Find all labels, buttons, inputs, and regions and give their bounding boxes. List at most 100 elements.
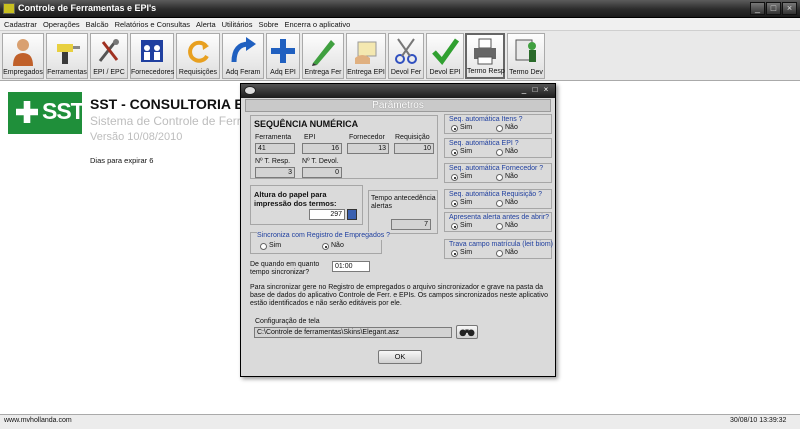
menu-encerra[interactable]: Encerra o aplicativo [281,18,353,31]
toolbar-label: EPI / EPC [93,69,125,76]
toolbar-label: Adq Feram [225,69,261,76]
tools-icon [98,39,119,62]
status-datetime: 30/08/10 13:39:32 [730,417,787,424]
dialog-title-bar: _ □ × [241,84,555,98]
option-no-radio[interactable] [496,125,503,132]
spin-button[interactable] [347,209,357,220]
sync-yes-radio[interactable] [260,243,267,250]
dialog-caption: Parâmetros [245,99,551,112]
sequence-heading: SEQUÊNCIA NUMÉRICA [254,119,359,129]
t-resp-field[interactable]: 3 [255,167,295,178]
title-bar: Controle de Ferramentas e EPI's _ □ × [0,0,800,18]
toolbar-adq-epi-button[interactable]: Adq EPI [266,33,300,79]
option-group: Seq. automática EPI ? Sim Não [444,138,552,158]
menu-alerta[interactable]: Alerta [193,18,219,31]
toolbar-label: Termo Dev [509,69,543,76]
arrow-icon [231,37,256,63]
option-yes-radio[interactable] [451,174,458,181]
dialog-minimize-button[interactable]: _ [519,85,529,95]
option-no-radio[interactable] [496,200,503,207]
option-no-radio[interactable] [496,149,503,156]
paper-height-field[interactable]: 297 [309,209,345,220]
option-no-radio[interactable] [496,174,503,181]
toolbar-label: Termo Resp [467,68,505,75]
option-no-radio[interactable] [496,250,503,257]
company-logo: SST [8,92,85,134]
close-button[interactable]: × [782,2,797,15]
employee-icon [13,39,33,66]
option-no-label: Não [505,222,518,229]
toolbar-devol-fer-button[interactable]: Devol Fer [388,33,424,79]
toolbar-fornecedores-button[interactable]: Fornecedores [130,33,174,79]
toolbar-requisicoes-button[interactable]: Requisições [176,33,220,79]
toolbar-empregados-button[interactable]: Empregados [2,33,44,79]
t-devol-field[interactable]: 0 [302,167,342,178]
skin-path-field[interactable]: C:\Controle de ferramentas\Skins\Elegant… [254,327,452,338]
field-label: Fornecedor [349,134,385,141]
epi-field[interactable]: 16 [302,143,342,154]
field-label: Nº T. Resp. [255,158,291,165]
toolbar-adq-feram-button[interactable]: Adq Feram [222,33,264,79]
menu-balcao[interactable]: Balcão [83,18,112,31]
toolbar-entrega-fer-button[interactable]: Entrega Fer [302,33,344,79]
menu-sobre[interactable]: Sobre [255,18,281,31]
option-label: Apresenta alerta antes de abrir? [449,214,550,221]
suppliers-icon [141,40,163,62]
option-label: Seq. automática EPI ? [449,140,519,147]
man-icon [515,39,536,62]
option-no-radio[interactable] [496,223,503,230]
toolbar-termo-resp-button[interactable]: Termo Resp [465,33,505,79]
scissors-icon [395,38,417,64]
dialog-maximize-button[interactable]: □ [530,85,540,95]
sync-interval-label: De quando em quanto tempo sincronizar? [250,261,320,276]
browse-button[interactable] [456,325,478,339]
option-yes-label: Sim [460,249,473,256]
app-icon [3,3,15,14]
alert-time-field[interactable]: 7 [391,219,431,230]
menu-utilitarios[interactable]: Utilitários [219,18,256,31]
option-group: Seq. automática Requisição ? Sim Não [444,189,552,209]
alert-time-label: Tempo antecedência alertas [371,195,436,210]
sequence-group: SEQUÊNCIA NUMÉRICA Ferramenta 41 EPI 16 … [250,115,438,179]
toolbar-label: Requisições [178,69,218,76]
toolbar-entrega-epi-button[interactable]: Entrega EPI [346,33,386,79]
option-yes-radio[interactable] [451,200,458,207]
option-no-label: Não [505,124,518,131]
pen-icon [312,40,335,66]
minimize-button[interactable]: _ [750,2,765,15]
toolbar-devol-epi-button[interactable]: Devol EPI [426,33,464,79]
sync-label: Sincroniza com Registro de Empregados ? [257,232,391,240]
toolbar-epi-button[interactable]: EPI / EPC [90,33,128,79]
toolbar-label: Devol Fer [390,69,422,76]
ok-button[interactable]: OK [378,350,422,364]
requisicao-field[interactable]: 10 [394,143,434,154]
logo-text: SST [42,98,85,124]
option-label: Seq. automática Itens ? [449,116,523,123]
dialog-icon [244,86,256,95]
sync-no-radio[interactable] [322,243,329,250]
option-yes-radio[interactable] [451,149,458,156]
option-yes-label: Sim [460,173,473,180]
option-label: Seq. automática Fornecedor ? [449,165,544,172]
ferramenta-field[interactable]: 41 [255,143,295,154]
toolbar-label: Devol EPI [429,69,461,76]
toolbar-termo-dev-button[interactable]: Termo Dev [507,33,545,79]
option-yes-radio[interactable] [451,125,458,132]
fornecedor-field[interactable]: 13 [347,143,389,154]
field-label: EPI [304,134,316,141]
window-title: Controle de Ferramentas e EPI's [18,3,157,13]
menu-relatorios[interactable]: Relatórios e Consultas [112,18,193,31]
plus-icon [271,39,295,63]
maximize-button[interactable]: □ [766,2,781,15]
dialog-close-button[interactable]: × [541,85,551,95]
menu-cadastrar[interactable]: Cadastrar [0,18,40,31]
alert-time-group: Tempo antecedência alertas 7 [368,190,438,234]
menu-operacoes[interactable]: Operações [40,18,83,31]
option-no-label: Não [505,148,518,155]
toolbar-ferramentas-button[interactable]: Ferramentas [46,33,88,79]
sync-interval-field[interactable]: 01:00 [332,261,370,272]
option-no-label: Não [505,249,518,256]
option-yes-radio[interactable] [451,250,458,257]
option-group: Seq. automática Fornecedor ? Sim Não [444,163,552,183]
option-yes-radio[interactable] [451,223,458,230]
